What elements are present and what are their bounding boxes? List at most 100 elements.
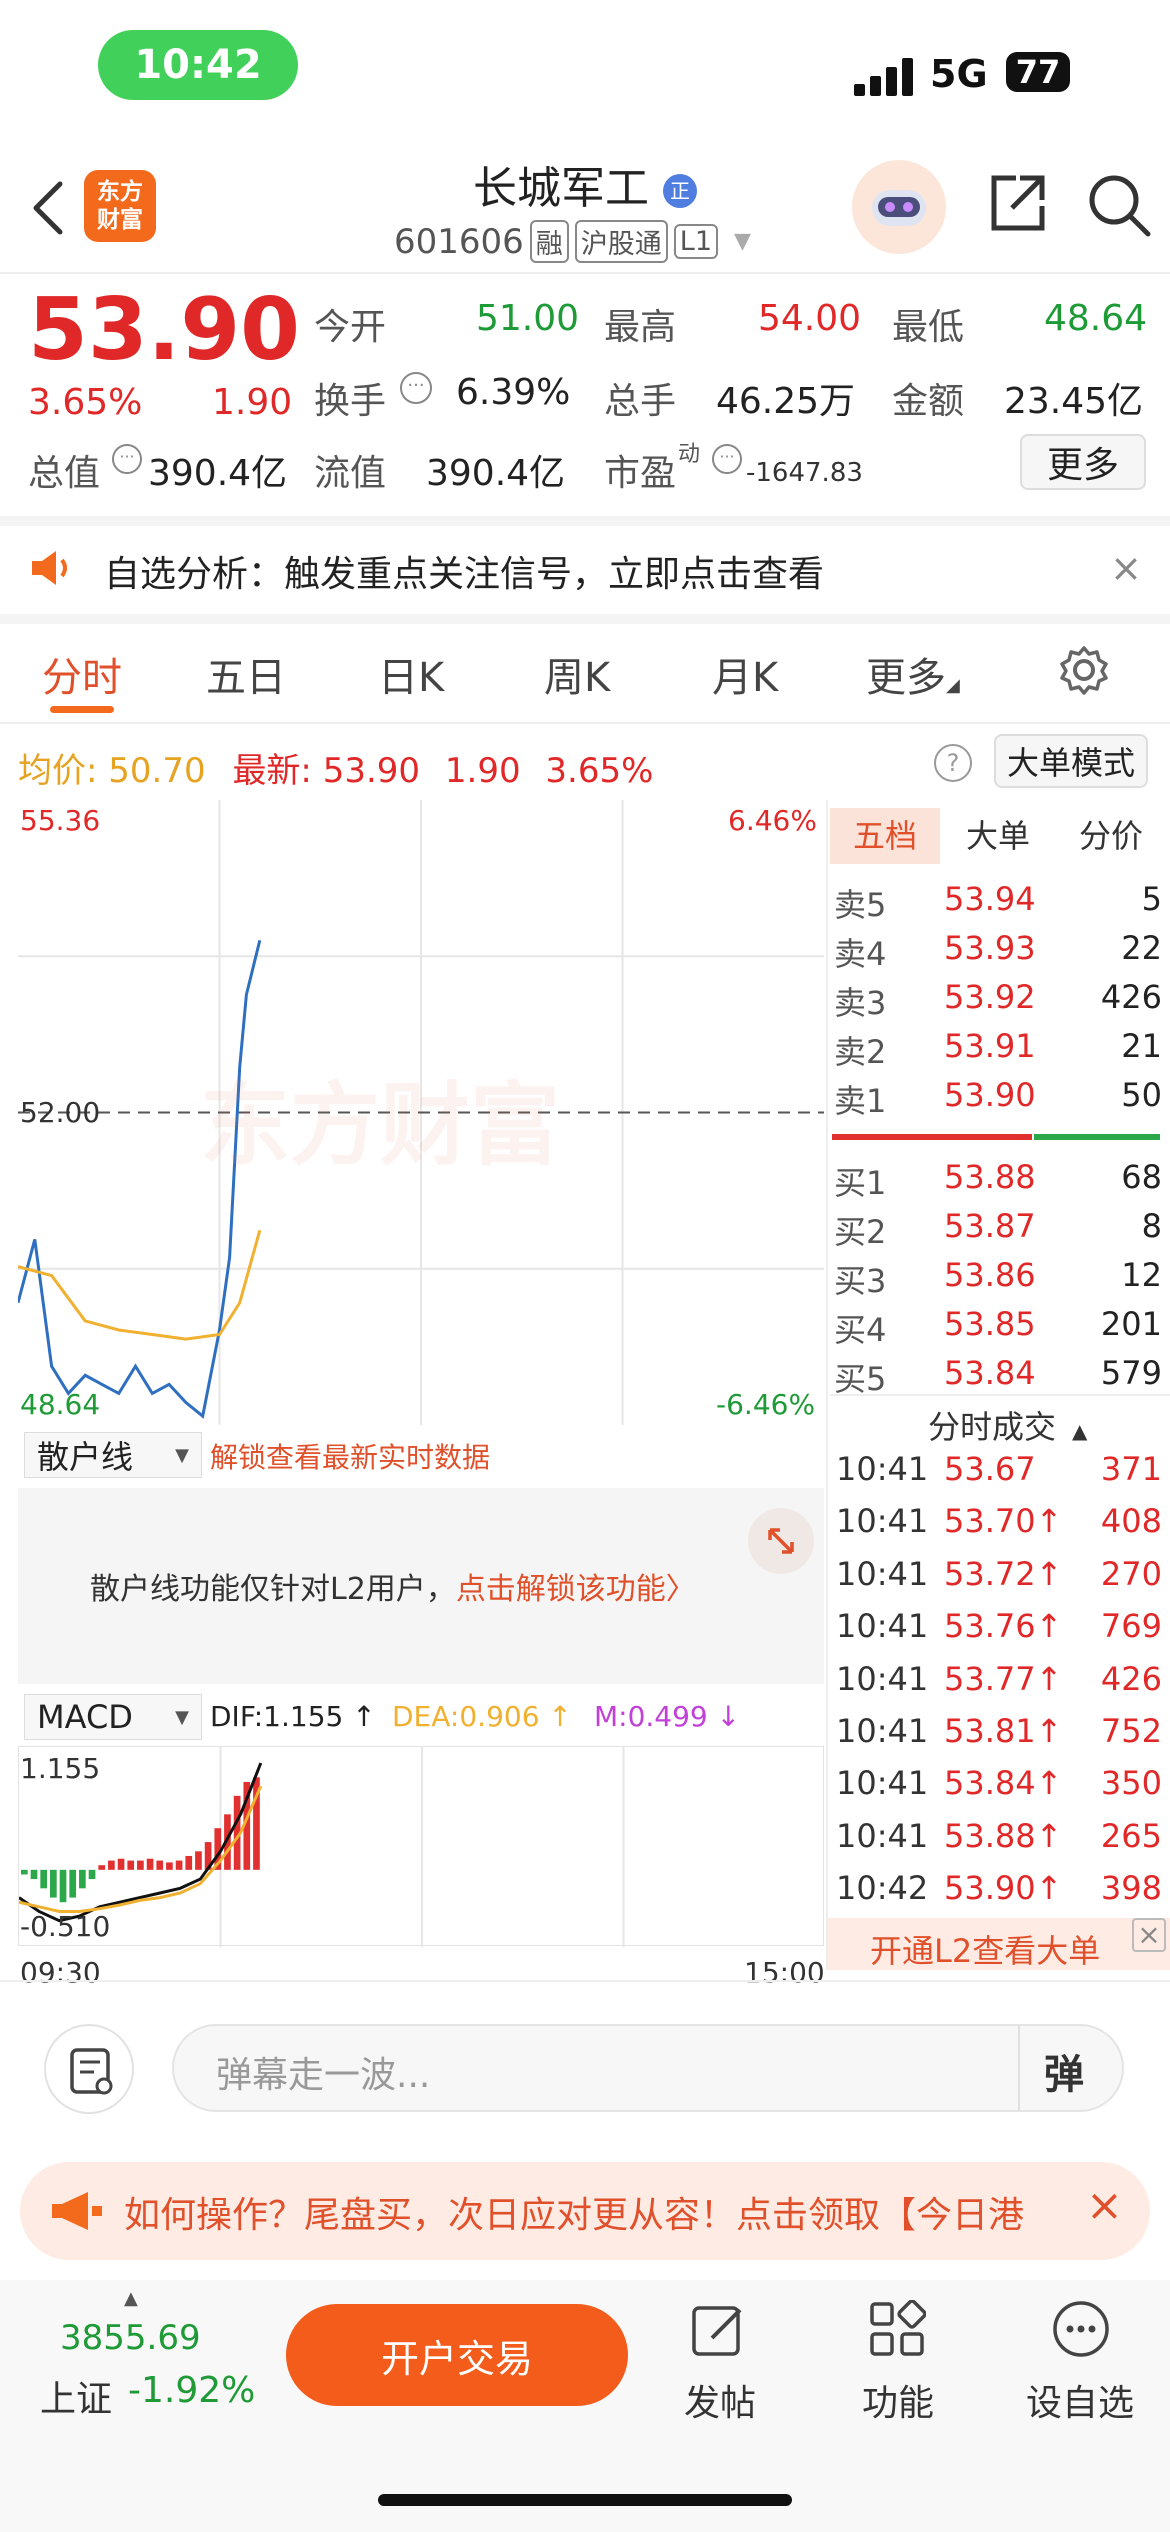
caret-up-icon[interactable]: ▲ (1072, 1419, 1087, 1443)
macd-top-value: 1.155 (20, 1752, 101, 1785)
chart-pre-close: 52.00 (20, 1096, 101, 1129)
bid-label: 买3 (834, 1262, 887, 1300)
battery-icon: 77 (1006, 52, 1070, 92)
tick-row: 10:41 53.76↑ 769 (836, 1607, 1162, 1659)
macd-bar (146, 1858, 154, 1870)
add-watchlist-icon[interactable] (1050, 2298, 1112, 2360)
tick-row: 10:41 53.70↑ 408 (836, 1502, 1162, 1554)
high-label: 最高 (604, 307, 677, 348)
macd-bar (156, 1860, 164, 1870)
tick-price: 53.76↑ (944, 1607, 1063, 1646)
close-icon[interactable]: × (1086, 2180, 1123, 2231)
tab-big-orders[interactable]: 大单 (948, 808, 1048, 864)
promo-banner[interactable]: 如何操作？尾盘买，次日应对更从容！点击领取【今日港 × (20, 2162, 1150, 2260)
big-order-mode-button[interactable]: 大单模式 (994, 734, 1148, 788)
stock-code-row[interactable]: 601606 融 沪股通 L1 ▼ (394, 220, 751, 263)
bid-volume: 8 (1141, 1207, 1162, 1245)
tab-price-dist[interactable]: 分价 (1056, 808, 1166, 864)
bid-row[interactable]: 买4 53.85 201 (832, 1305, 1162, 1353)
avg-line (18, 1229, 262, 1341)
ask-row[interactable]: 卖1 53.90 50 (832, 1076, 1162, 1124)
info-icon[interactable]: ··· (400, 372, 432, 404)
tab-weekly[interactable]: 周K (544, 645, 610, 703)
bid-volume: 12 (1121, 1256, 1162, 1294)
more-button[interactable]: 更多 (1020, 434, 1146, 490)
tick-price: 53.70↑ (944, 1502, 1063, 1541)
tick-row: 10:41 53.72↑ 270 (836, 1555, 1162, 1607)
tab-more[interactable]: 更多◢ (866, 645, 960, 703)
ask-label: 卖4 (834, 935, 887, 973)
tick-time: 10:42 (836, 1869, 929, 1908)
macd-bar (30, 1869, 38, 1880)
ask-row[interactable]: 卖2 53.91 21 (832, 1027, 1162, 1075)
tick-time: 10:41 (836, 1816, 929, 1855)
macd-bar (21, 1869, 28, 1875)
robot-avatar[interactable] (852, 160, 946, 254)
ask-row[interactable]: 卖3 53.92 426 (832, 978, 1162, 1026)
l2-banner[interactable]: 开通L2查看大单 × (828, 1918, 1170, 1970)
macd-selector[interactable]: MACD ▼ (24, 1694, 202, 1740)
turnover-label: 换手 (314, 381, 387, 422)
danmu-toggle-icon[interactable]: 弹 (1044, 2042, 1084, 2100)
amount-label: 金额 (892, 381, 965, 422)
lock-message[interactable]: 散户线功能仅针对L2用户，点击解锁该功能〉 (90, 1564, 696, 1608)
dropdown-icon[interactable]: ▼ (734, 229, 751, 254)
ask-row[interactable]: 卖4 53.93 22 (832, 929, 1162, 977)
info-icon[interactable]: ··· (712, 444, 742, 474)
help-icon[interactable]: ? (934, 744, 972, 782)
close-icon[interactable]: × (1106, 548, 1146, 588)
high-value: 54.00 (758, 298, 862, 339)
info-icon[interactable]: ··· (112, 444, 142, 474)
share-icon[interactable] (986, 172, 1048, 234)
tab-five-day[interactable]: 五日 (206, 645, 286, 703)
functions-icon[interactable] (868, 2299, 927, 2358)
macd-bar (69, 1869, 77, 1898)
nav-functions[interactable]: 功能 (862, 2374, 934, 2426)
bid-row[interactable]: 买2 53.87 8 (832, 1207, 1162, 1255)
retail-line-selector[interactable]: 散户线 ▼ (24, 1432, 202, 1478)
notice-text[interactable]: 自选分析：触发重点关注信号，立即点击查看 (104, 545, 824, 597)
tick-volume: 398 (1100, 1869, 1162, 1908)
ask-label: 卖3 (834, 984, 887, 1022)
post-icon[interactable] (690, 2300, 748, 2358)
macd-bar (175, 1860, 183, 1870)
float-label: 流值 (314, 453, 387, 494)
promo-text[interactable]: 如何操作？尾盘买，次日应对更从容！点击领取【今日港 (124, 2186, 1048, 2238)
macd-bar (79, 1869, 86, 1889)
tab-five-levels[interactable]: 五档 (830, 808, 940, 864)
pe-superscript: 动 (678, 442, 701, 467)
index-name[interactable]: 上证 (40, 2370, 112, 2422)
ask-volume: 5 (1141, 880, 1162, 918)
index-caret-icon[interactable]: ▲ (124, 2288, 138, 2309)
search-icon[interactable] (1086, 172, 1152, 238)
tick-time: 10:41 (836, 1554, 929, 1593)
macd-dif: DIF:1.155 ↑ (210, 1700, 376, 1733)
unlock-hint[interactable]: 解锁查看最新实时数据 (210, 1436, 490, 1476)
tab-monthly[interactable]: 月K (712, 645, 778, 703)
index-percent[interactable]: -1.92% (128, 2370, 255, 2411)
bid-row[interactable]: 买1 53.88 68 (832, 1158, 1162, 1206)
chart-min-pct: -6.46% (716, 1388, 816, 1421)
expand-icon[interactable] (748, 1508, 814, 1574)
tick-row: 10:41 53.77↑ 426 (836, 1660, 1162, 1712)
tab-intraday[interactable]: 分时 (42, 645, 122, 703)
notes-icon[interactable] (44, 2024, 134, 2114)
bid-row[interactable]: 买3 53.86 12 (832, 1256, 1162, 1304)
danmu-input[interactable]: 弹幕走一波... 弹 (172, 2024, 1124, 2112)
macd-bar (59, 1869, 67, 1903)
open-account-button[interactable]: 开户交易 (286, 2304, 628, 2406)
tab-daily[interactable]: 日K (378, 645, 444, 703)
watermark: 东方财富 (200, 1073, 560, 1178)
ask-volume: 426 (1100, 978, 1162, 1016)
tick-price: 53.77↑ (944, 1659, 1063, 1698)
settings-gear-icon[interactable] (1058, 644, 1110, 696)
nav-add-watchlist[interactable]: 设自选 (1026, 2374, 1134, 2426)
low-value: 48.64 (1044, 298, 1148, 339)
index-value[interactable]: 3855.69 (60, 2318, 201, 2358)
close-icon[interactable]: × (1132, 1918, 1166, 1952)
nav-post[interactable]: 发帖 (684, 2374, 756, 2426)
macd-chart[interactable] (18, 1746, 824, 1947)
ask-row[interactable]: 卖5 53.94 5 (832, 880, 1162, 928)
ask-volume: 22 (1121, 929, 1162, 967)
macd-dea: DEA:0.906 ↑ (392, 1700, 572, 1733)
